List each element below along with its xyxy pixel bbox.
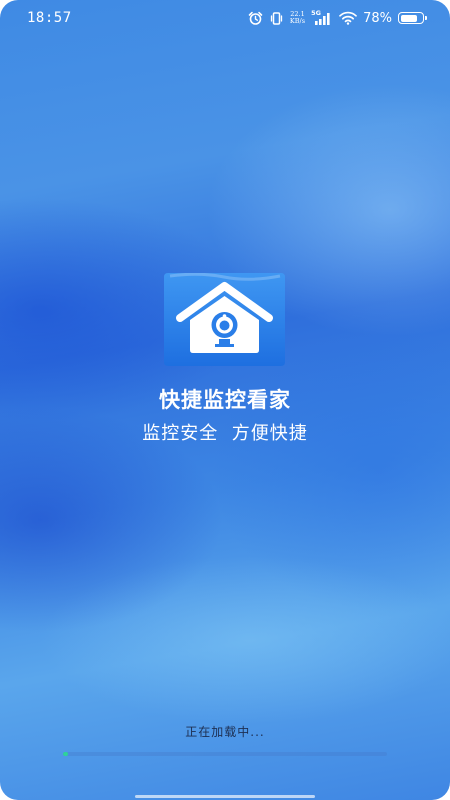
net-speed: 22.1 KB/s (290, 11, 305, 25)
vibrate-icon (269, 11, 284, 26)
status-time: 18:57 (27, 10, 72, 26)
home-indicator[interactable] (135, 795, 315, 798)
net-speed-unit: KB/s (289, 17, 306, 25)
status-bar: 18:57 22.1 KB/s 5G 78% (0, 0, 450, 36)
battery-level-fill (400, 14, 417, 22)
battery-icon (398, 12, 427, 24)
loading-text: 正在加载中... (185, 725, 265, 739)
splash-screen: 18:57 22.1 KB/s 5G 78% 快捷监控看家 监控安全 方便快捷 … (0, 0, 450, 800)
status-icons: 22.1 KB/s 5G 78% (248, 9, 427, 27)
loading-progress-fill (63, 752, 68, 756)
loading-progress-bar (63, 752, 387, 756)
app-slogan: 监控安全 方便快捷 (142, 423, 308, 444)
house-camera-logo (164, 272, 285, 366)
app-name: 快捷监控看家 (159, 387, 291, 412)
alarm-clock-icon (248, 11, 263, 26)
signal-icon: 5G (311, 9, 333, 26)
wifi-icon (339, 11, 357, 25)
battery-percent: 78% (363, 10, 392, 26)
